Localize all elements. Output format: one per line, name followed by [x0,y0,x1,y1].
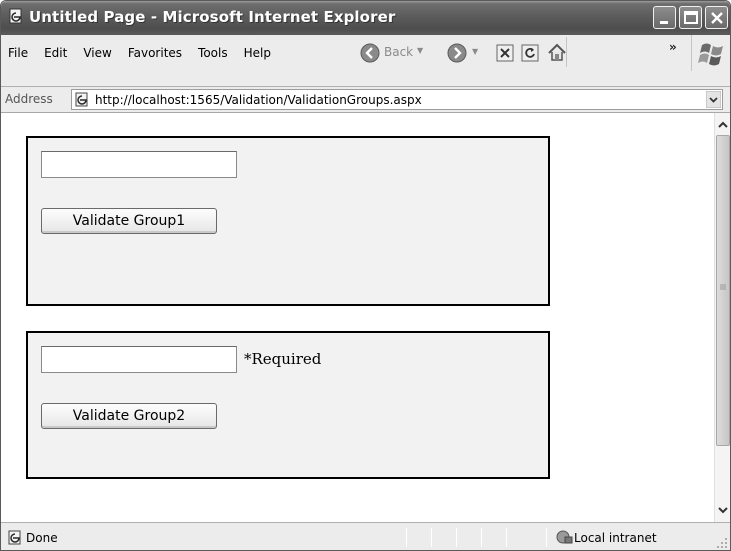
status-separator [546,528,547,547]
group2-text-input[interactable] [41,346,237,373]
chevron-down-icon [705,90,722,109]
toolbar-separator [566,37,567,67]
forward-dropdown-icon[interactable]: ▼ [472,47,478,56]
close-icon [711,12,723,24]
status-bar: Done Local intranet [1,522,730,550]
menu-favorites[interactable]: Favorites [120,43,190,63]
status-separator [456,528,457,547]
scroll-up-button[interactable] [715,117,730,133]
required-validator-message: *Required [244,350,322,368]
minimize-button[interactable] [653,6,676,29]
refresh-icon [521,44,539,62]
address-input[interactable]: http://localhost:1565/Validation/Validat… [71,89,723,110]
vertical-scrollbar[interactable] [714,113,730,522]
windows-logo [691,35,730,71]
close-button[interactable] [705,6,728,29]
menu-help[interactable]: Help [236,43,279,63]
forward-icon [447,43,467,63]
back-label: Back [384,45,414,59]
ie-page-icon [8,530,21,545]
maximize-button[interactable] [679,6,702,29]
title-bar: Untitled Page - Microsoft Internet Explo… [1,1,730,35]
address-url: http://localhost:1565/Validation/Validat… [95,93,422,107]
menu-edit[interactable]: Edit [36,43,75,63]
menu-tools[interactable]: Tools [190,43,236,63]
validate-group1-button[interactable]: Validate Group1 [41,208,217,234]
status-separator [481,528,482,547]
stop-icon [496,44,514,62]
status-separator [406,528,407,547]
resize-grip-icon[interactable] [716,537,728,549]
windows-logo-icon [698,43,723,66]
home-button[interactable] [546,42,568,67]
refresh-button[interactable] [521,44,539,65]
home-icon [548,43,566,61]
validation-group-2-panel: *Required Validate Group2 [26,331,550,479]
window-title: Untitled Page - Microsoft Internet Explo… [29,8,396,26]
status-text: Done [26,531,58,545]
address-bar: Address http://localhost:1565/Validation… [1,87,730,113]
menu: File Edit View Favorites Tools Help [1,43,279,63]
scroll-down-button[interactable] [715,502,730,518]
forward-button[interactable]: ▼ [446,42,482,64]
menu-bar: File Edit View Favorites Tools Help Back… [1,35,730,87]
minimize-icon [660,21,668,24]
back-button[interactable]: Back ▼ [356,41,426,65]
validation-group-1-panel: Validate Group1 [26,136,550,306]
status-separator [506,528,507,547]
validate-group2-button[interactable]: Validate Group2 [41,403,217,429]
security-zone-text: Local intranet [574,531,657,545]
address-dropdown-button[interactable] [705,90,722,109]
toolbar-overflow-icon[interactable]: » [669,40,677,54]
menu-view[interactable]: View [75,43,119,63]
scroll-thumb[interactable] [716,135,730,446]
back-dropdown-icon[interactable]: ▼ [417,46,423,55]
browser-window: Untitled Page - Microsoft Internet Explo… [0,0,731,551]
group1-text-input[interactable] [41,151,237,178]
status-separator [431,528,432,547]
maximize-icon [684,11,698,24]
page-content: Validate Group1 *Required Validate Group… [1,113,714,522]
address-label: Address [5,92,53,106]
grip-icon [720,284,726,290]
chevron-down-icon [718,507,728,514]
chevron-up-icon [718,121,728,128]
ie-page-icon [75,92,88,107]
intranet-zone-icon [556,530,573,544]
stop-button[interactable] [496,44,514,65]
ie-page-icon [7,8,25,26]
back-icon [360,43,380,63]
menu-file[interactable]: File [1,43,36,63]
